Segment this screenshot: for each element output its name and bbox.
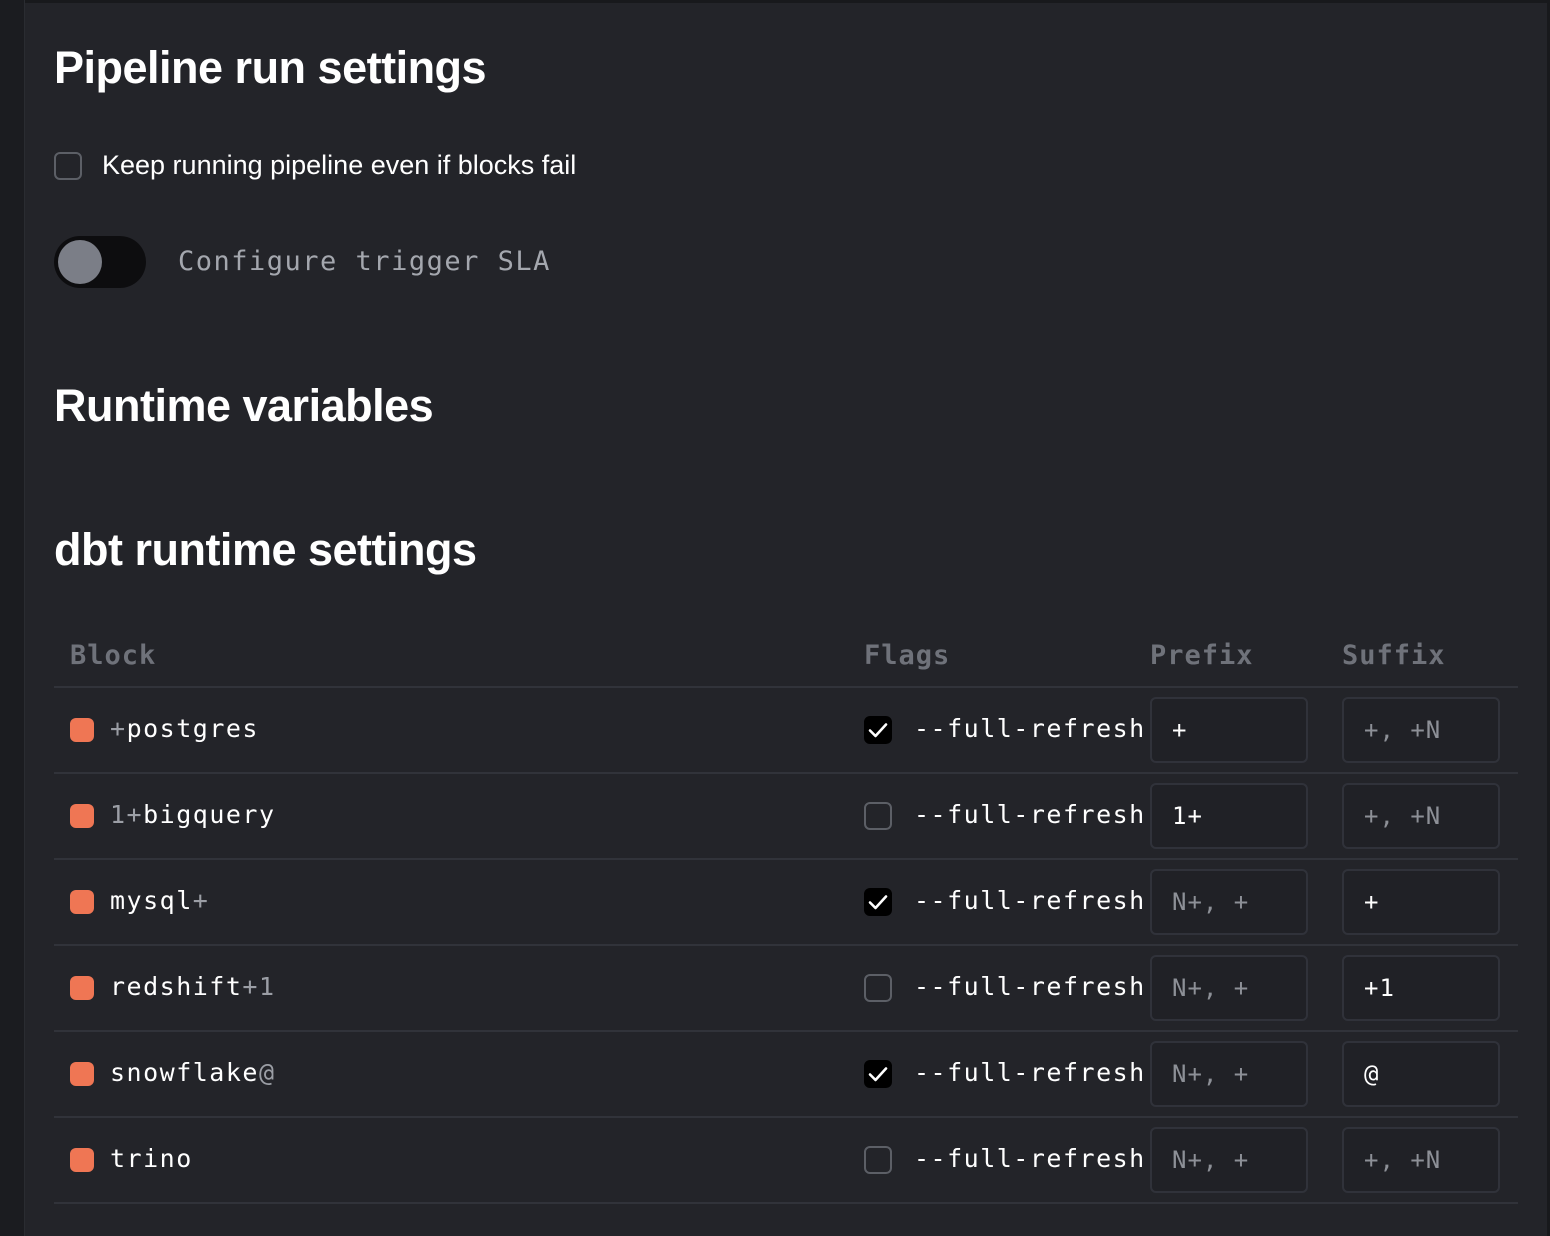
block-name-main: trino — [110, 1144, 193, 1173]
suffix-input[interactable]: + — [1342, 869, 1500, 935]
row-divider — [54, 1116, 1518, 1118]
block-name-main: redshift — [110, 972, 243, 1001]
full-refresh-checkbox[interactable] — [864, 716, 892, 744]
block-color-dot — [70, 804, 94, 828]
block-name: redshift+1 — [110, 972, 276, 1001]
dbt-runtime-settings-title: dbt runtime settings — [54, 524, 477, 575]
prefix-input[interactable]: N+, + — [1150, 1041, 1308, 1107]
suffix-input[interactable]: +, +N — [1342, 1127, 1500, 1193]
block-color-dot — [70, 890, 94, 914]
block-color-dot — [70, 718, 94, 742]
suffix-input[interactable]: +, +N — [1342, 697, 1500, 763]
row-divider — [54, 1202, 1518, 1204]
prefix-input[interactable]: 1+ — [1150, 783, 1308, 849]
settings-panel — [25, 0, 1547, 1236]
row-divider — [54, 858, 1518, 860]
block-name: +postgres — [110, 714, 259, 743]
full-refresh-checkbox[interactable] — [864, 888, 892, 916]
block-color-dot — [70, 1062, 94, 1086]
prefix-input[interactable]: N+, + — [1150, 1127, 1308, 1193]
pipeline-run-settings-title: Pipeline run settings — [54, 42, 487, 93]
suffix-input[interactable]: +1 — [1342, 955, 1500, 1021]
full-refresh-label: --full-refresh — [914, 800, 1146, 829]
full-refresh-checkbox[interactable] — [864, 1146, 892, 1174]
prefix-input[interactable]: N+, + — [1150, 955, 1308, 1021]
keep-running-checkbox[interactable] — [54, 152, 82, 180]
block-name-prefix-part: 1+ — [110, 800, 144, 829]
block-name: 1+bigquery — [110, 800, 276, 829]
block-color-dot — [70, 976, 94, 1000]
block-name: snowflake@ — [110, 1058, 276, 1087]
full-refresh-label: --full-refresh — [914, 714, 1146, 743]
full-refresh-label: --full-refresh — [914, 886, 1146, 915]
check-icon — [866, 1062, 890, 1086]
left-rail — [0, 0, 25, 1236]
sla-toggle-knob — [58, 240, 102, 284]
block-name-suffix-part: @ — [258, 1058, 276, 1087]
full-refresh-checkbox[interactable] — [864, 802, 892, 830]
full-refresh-checkbox[interactable] — [864, 974, 892, 1002]
block-name-prefix-part: + — [110, 714, 127, 743]
full-refresh-label: --full-refresh — [914, 972, 1146, 1001]
block-color-dot — [70, 1148, 94, 1172]
block-name-main: bigquery — [143, 800, 276, 829]
column-header-flags: Flags — [864, 640, 951, 671]
column-header-suffix: Suffix — [1342, 640, 1446, 671]
check-icon — [866, 718, 890, 742]
table-header-divider — [54, 686, 1518, 688]
check-icon — [866, 890, 890, 914]
block-name-main: mysql — [110, 886, 193, 915]
suffix-input[interactable]: @ — [1342, 1041, 1500, 1107]
full-refresh-label: --full-refresh — [914, 1144, 1146, 1173]
keep-running-label: Keep running pipeline even if blocks fai… — [102, 150, 577, 180]
column-header-prefix: Prefix — [1150, 640, 1254, 671]
block-name-main: postgres — [126, 714, 259, 743]
row-divider — [54, 772, 1518, 774]
sla-toggle[interactable] — [54, 236, 146, 288]
row-divider — [54, 1030, 1518, 1032]
block-name-suffix-part: + — [192, 886, 210, 915]
column-header-block: Block — [70, 640, 157, 671]
block-name: trino — [110, 1144, 193, 1173]
prefix-input[interactable]: N+, + — [1150, 869, 1308, 935]
suffix-input[interactable]: +, +N — [1342, 783, 1500, 849]
full-refresh-checkbox[interactable] — [864, 1060, 892, 1088]
block-name: mysql+ — [110, 886, 209, 915]
block-name-main: snowflake — [110, 1058, 259, 1087]
row-divider — [54, 944, 1518, 946]
sla-toggle-label: Configure trigger SLA — [178, 246, 551, 277]
block-name-suffix-part: +1 — [242, 972, 276, 1001]
prefix-input[interactable]: + — [1150, 697, 1308, 763]
runtime-variables-title: Runtime variables — [54, 380, 434, 431]
full-refresh-label: --full-refresh — [914, 1058, 1146, 1087]
